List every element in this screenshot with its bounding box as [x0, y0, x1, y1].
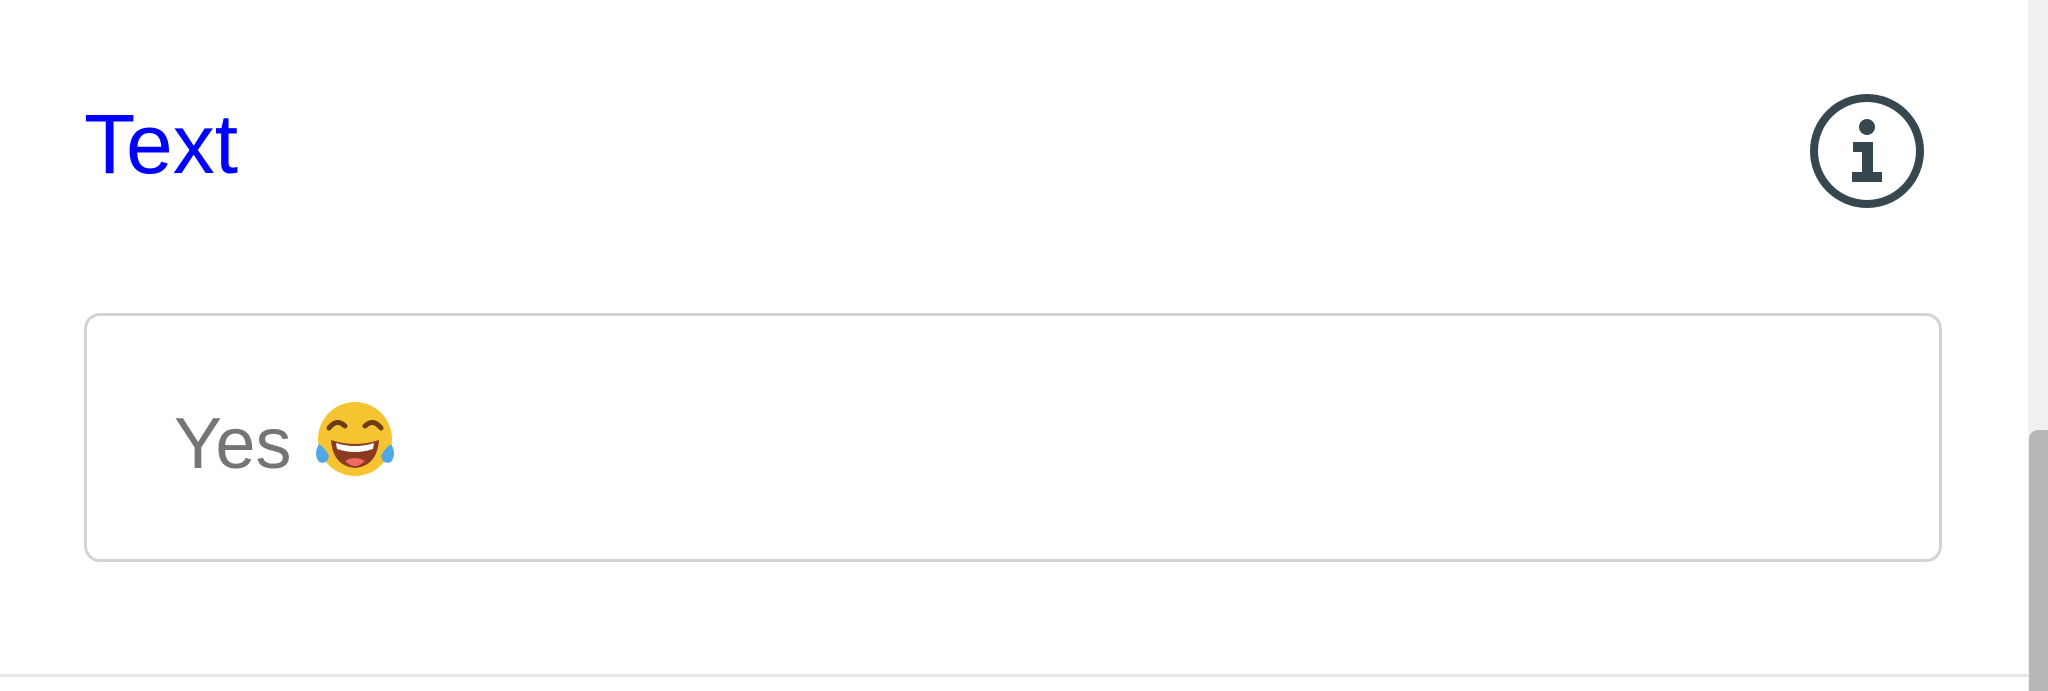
info-circle-icon	[1808, 92, 1926, 210]
bottom-divider	[0, 674, 2028, 677]
info-button[interactable]	[1808, 92, 1926, 210]
scrollbar-thumb[interactable]	[2029, 430, 2048, 691]
field-label: Text	[84, 97, 239, 191]
tears-of-joy-emoji-icon	[311, 394, 399, 482]
text-field-card: Text Yes	[0, 0, 2028, 677]
text-input-value: Yes	[174, 394, 399, 486]
text-value: Yes	[174, 404, 292, 484]
text-input-field[interactable]: Yes	[84, 313, 1942, 562]
